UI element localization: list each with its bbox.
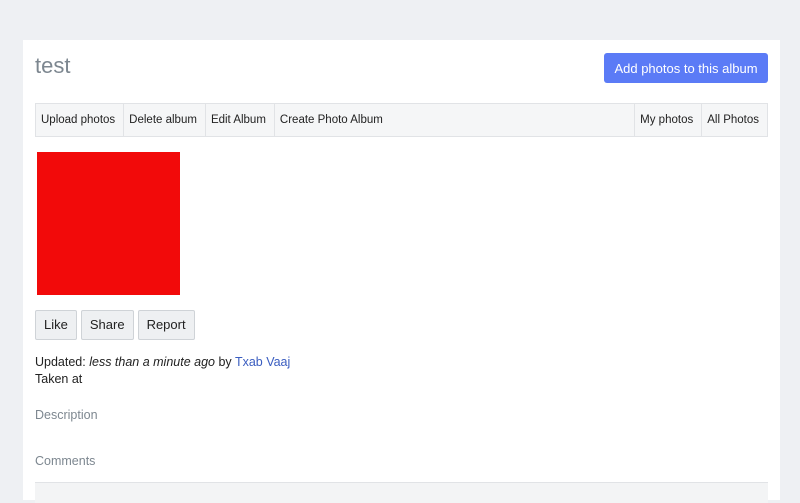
share-button[interactable]: Share <box>80 310 134 340</box>
page-title: test <box>35 53 71 78</box>
updated-value: less than a minute ago <box>89 355 215 369</box>
photo-meta: Updated: less than a minute ago by Txab … <box>35 354 290 388</box>
edit-album-link[interactable]: Edit Album <box>206 104 275 136</box>
photo-thumbnail[interactable] <box>37 152 180 295</box>
taken-at: Taken at <box>35 372 83 386</box>
add-photos-button[interactable]: Add photos to this album <box>604 53 768 83</box>
updated-line: Updated: less than a minute ago by Txab … <box>35 354 290 371</box>
description-heading: Description <box>35 408 98 422</box>
updated-label: Updated: <box>35 355 86 369</box>
photo-actions: Like Share Report <box>35 310 195 340</box>
by-label: by <box>218 355 232 369</box>
toolbar-spacer <box>391 104 636 136</box>
report-button[interactable]: Report <box>137 310 195 340</box>
comments-heading: Comments <box>35 454 96 468</box>
create-photo-album-link[interactable]: Create Photo Album <box>275 104 391 136</box>
like-button[interactable]: Like <box>35 310 77 340</box>
album-toolbar: Upload photos Delete album Edit Album Cr… <box>35 103 768 137</box>
author-link[interactable]: Txab Vaaj <box>235 355 290 369</box>
my-photos-link[interactable]: My photos <box>635 104 703 136</box>
all-photos-link[interactable]: All Photos <box>702 104 767 136</box>
delete-album-link[interactable]: Delete album <box>124 104 206 136</box>
upload-photos-link[interactable]: Upload photos <box>36 104 125 136</box>
album-card: test Add photos to this album Upload pho… <box>23 40 780 503</box>
